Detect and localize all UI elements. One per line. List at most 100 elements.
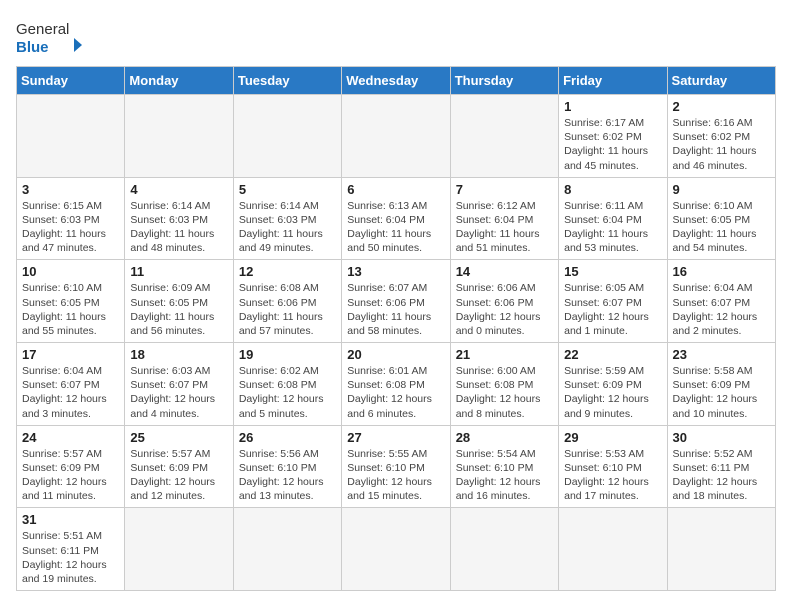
day-number: 24	[22, 430, 119, 445]
day-info: Sunrise: 6:14 AM Sunset: 6:03 PM Dayligh…	[130, 199, 227, 256]
day-number: 31	[22, 512, 119, 527]
day-info: Sunrise: 6:05 AM Sunset: 6:07 PM Dayligh…	[564, 281, 661, 338]
calendar-week-row: 10 Sunrise: 6:10 AM Sunset: 6:05 PM Dayli…	[17, 260, 776, 343]
calendar-day-cell	[125, 508, 233, 591]
day-info: Sunrise: 5:55 AM Sunset: 6:10 PM Dayligh…	[347, 447, 444, 504]
calendar-day-cell: 15Sunrise: 6:05 AM Sunset: 6:07 PM Dayli…	[559, 260, 667, 343]
day-info: Sunrise: 5:59 AM Sunset: 6:09 PM Dayligh…	[564, 364, 661, 421]
calendar-day-cell: 11Sunrise: 6:09 AM Sunset: 6:05 PM Dayli…	[125, 260, 233, 343]
day-info: Sunrise: 6:04 AM Sunset: 6:07 PM Dayligh…	[673, 281, 770, 338]
day-number: 20	[347, 347, 444, 362]
calendar-day-cell: 3 Sunrise: 6:15 AM Sunset: 6:03 PM Daylig…	[17, 177, 125, 260]
weekday-header-saturday: Saturday	[667, 67, 775, 95]
calendar-week-row: 24 Sunrise: 5:57 AM Sunset: 6:09 PM Dayli…	[17, 425, 776, 508]
day-info: Sunrise: 6:13 AM Sunset: 6:04 PM Dayligh…	[347, 199, 444, 256]
day-number: 25	[130, 430, 227, 445]
calendar-day-cell: 24 Sunrise: 5:57 AM Sunset: 6:09 PM Dayli…	[17, 425, 125, 508]
weekday-header-wednesday: Wednesday	[342, 67, 450, 95]
day-info: Sunrise: 5:51 AM Sunset: 6:11 PM Dayligh…	[22, 529, 119, 586]
calendar-day-cell: 5 Sunrise: 6:14 AM Sunset: 6:03 PM Daylig…	[233, 177, 341, 260]
calendar-day-cell	[450, 95, 558, 178]
calendar-day-cell: 27 Sunrise: 5:55 AM Sunset: 6:10 PM Dayli…	[342, 425, 450, 508]
calendar-day-cell	[125, 95, 233, 178]
generalblue-logo-icon: GeneralBlue	[16, 16, 96, 58]
day-info: Sunrise: 6:14 AM Sunset: 6:03 PM Dayligh…	[239, 199, 336, 256]
calendar-day-cell: 6 Sunrise: 6:13 AM Sunset: 6:04 PM Daylig…	[342, 177, 450, 260]
day-number: 29	[564, 430, 661, 445]
day-number: 21	[456, 347, 553, 362]
calendar-day-cell	[450, 508, 558, 591]
calendar-week-row: 31 Sunrise: 5:51 AM Sunset: 6:11 PM Dayli…	[17, 508, 776, 591]
calendar-body: 1Sunrise: 6:17 AM Sunset: 6:02 PM Daylig…	[17, 95, 776, 591]
day-info: Sunrise: 5:56 AM Sunset: 6:10 PM Dayligh…	[239, 447, 336, 504]
day-info: Sunrise: 6:03 AM Sunset: 6:07 PM Dayligh…	[130, 364, 227, 421]
weekday-header-tuesday: Tuesday	[233, 67, 341, 95]
calendar-header: SundayMondayTuesdayWednesdayThursdayFrid…	[17, 67, 776, 95]
calendar-day-cell: 13Sunrise: 6:07 AM Sunset: 6:06 PM Dayli…	[342, 260, 450, 343]
weekday-header-sunday: Sunday	[17, 67, 125, 95]
day-info: Sunrise: 6:15 AM Sunset: 6:03 PM Dayligh…	[22, 199, 119, 256]
day-number: 9	[673, 182, 770, 197]
calendar-day-cell: 23 Sunrise: 5:58 AM Sunset: 6:09 PM Dayli…	[667, 343, 775, 426]
calendar-day-cell	[667, 508, 775, 591]
day-number: 23	[673, 347, 770, 362]
calendar-day-cell: 1Sunrise: 6:17 AM Sunset: 6:02 PM Daylig…	[559, 95, 667, 178]
calendar-day-cell: 29 Sunrise: 5:53 AM Sunset: 6:10 PM Dayli…	[559, 425, 667, 508]
day-info: Sunrise: 6:11 AM Sunset: 6:04 PM Dayligh…	[564, 199, 661, 256]
day-number: 28	[456, 430, 553, 445]
calendar-day-cell	[233, 95, 341, 178]
day-number: 4	[130, 182, 227, 197]
day-number: 13	[347, 264, 444, 279]
header: GeneralBlue	[16, 16, 776, 58]
calendar-day-cell: 30 Sunrise: 5:52 AM Sunset: 6:11 PM Dayli…	[667, 425, 775, 508]
calendar-day-cell: 9 Sunrise: 6:10 AM Sunset: 6:05 PM Daylig…	[667, 177, 775, 260]
calendar-day-cell	[559, 508, 667, 591]
calendar-day-cell: 12Sunrise: 6:08 AM Sunset: 6:06 PM Dayli…	[233, 260, 341, 343]
calendar-day-cell: 20 Sunrise: 6:01 AM Sunset: 6:08 PM Dayli…	[342, 343, 450, 426]
calendar-day-cell	[342, 95, 450, 178]
day-info: Sunrise: 6:04 AM Sunset: 6:07 PM Dayligh…	[22, 364, 119, 421]
day-info: Sunrise: 5:57 AM Sunset: 6:09 PM Dayligh…	[130, 447, 227, 504]
day-info: Sunrise: 5:54 AM Sunset: 6:10 PM Dayligh…	[456, 447, 553, 504]
day-info: Sunrise: 6:12 AM Sunset: 6:04 PM Dayligh…	[456, 199, 553, 256]
calendar-day-cell: 25 Sunrise: 5:57 AM Sunset: 6:09 PM Dayli…	[125, 425, 233, 508]
calendar-day-cell	[17, 95, 125, 178]
day-info: Sunrise: 5:58 AM Sunset: 6:09 PM Dayligh…	[673, 364, 770, 421]
day-number: 3	[22, 182, 119, 197]
day-number: 30	[673, 430, 770, 445]
day-number: 19	[239, 347, 336, 362]
day-number: 10	[22, 264, 119, 279]
calendar-week-row: 17 Sunrise: 6:04 AM Sunset: 6:07 PM Dayli…	[17, 343, 776, 426]
calendar-day-cell	[342, 508, 450, 591]
day-info: Sunrise: 5:57 AM Sunset: 6:09 PM Dayligh…	[22, 447, 119, 504]
day-number: 7	[456, 182, 553, 197]
calendar-day-cell: 31 Sunrise: 5:51 AM Sunset: 6:11 PM Dayli…	[17, 508, 125, 591]
calendar-day-cell: 14 Sunrise: 6:06 AM Sunset: 6:06 PM Dayli…	[450, 260, 558, 343]
calendar-day-cell: 2Sunrise: 6:16 AM Sunset: 6:02 PM Daylig…	[667, 95, 775, 178]
calendar-day-cell	[233, 508, 341, 591]
day-number: 12	[239, 264, 336, 279]
calendar-week-row: 3 Sunrise: 6:15 AM Sunset: 6:03 PM Daylig…	[17, 177, 776, 260]
day-number: 16	[673, 264, 770, 279]
day-info: Sunrise: 6:10 AM Sunset: 6:05 PM Dayligh…	[22, 281, 119, 338]
day-number: 6	[347, 182, 444, 197]
day-number: 14	[456, 264, 553, 279]
day-info: Sunrise: 5:53 AM Sunset: 6:10 PM Dayligh…	[564, 447, 661, 504]
day-number: 1	[564, 99, 661, 114]
day-info: Sunrise: 5:52 AM Sunset: 6:11 PM Dayligh…	[673, 447, 770, 504]
calendar-day-cell: 16 Sunrise: 6:04 AM Sunset: 6:07 PM Dayli…	[667, 260, 775, 343]
day-number: 17	[22, 347, 119, 362]
day-info: Sunrise: 6:00 AM Sunset: 6:08 PM Dayligh…	[456, 364, 553, 421]
calendar-day-cell: 26Sunrise: 5:56 AM Sunset: 6:10 PM Dayli…	[233, 425, 341, 508]
day-number: 27	[347, 430, 444, 445]
calendar-day-cell: 22Sunrise: 5:59 AM Sunset: 6:09 PM Dayli…	[559, 343, 667, 426]
day-number: 5	[239, 182, 336, 197]
calendar-day-cell: 28 Sunrise: 5:54 AM Sunset: 6:10 PM Dayli…	[450, 425, 558, 508]
svg-text:General: General	[16, 21, 69, 38]
day-number: 11	[130, 264, 227, 279]
weekday-header-monday: Monday	[125, 67, 233, 95]
day-info: Sunrise: 6:01 AM Sunset: 6:08 PM Dayligh…	[347, 364, 444, 421]
day-info: Sunrise: 6:06 AM Sunset: 6:06 PM Dayligh…	[456, 281, 553, 338]
calendar-day-cell: 10 Sunrise: 6:10 AM Sunset: 6:05 PM Dayli…	[17, 260, 125, 343]
day-info: Sunrise: 6:10 AM Sunset: 6:05 PM Dayligh…	[673, 199, 770, 256]
